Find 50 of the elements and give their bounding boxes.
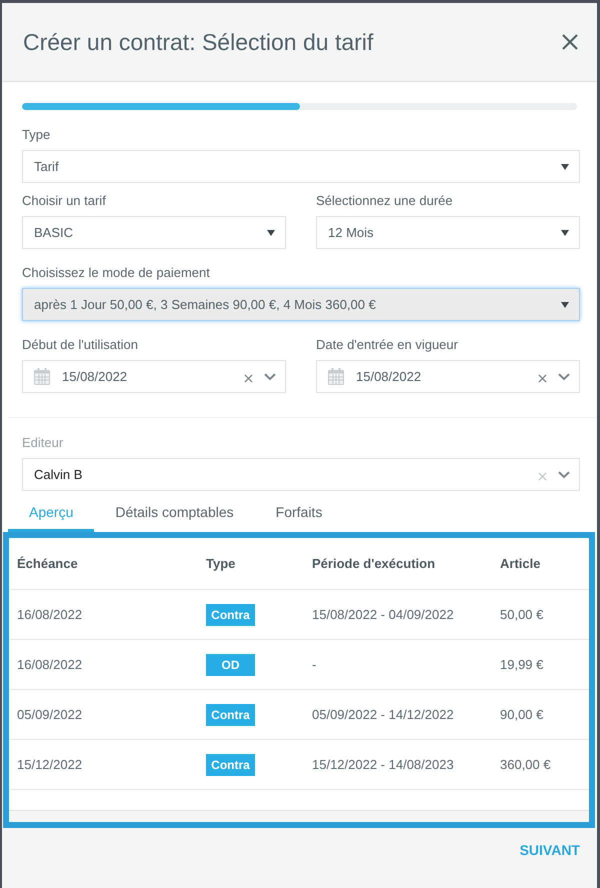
table-cell: 15/12/2022	[9, 740, 198, 790]
date-field[interactable]: 15/08/2022	[22, 360, 286, 393]
column-header: Type	[198, 538, 304, 590]
chevron-down-icon	[264, 372, 276, 380]
field-label: Choisir un tarif	[22, 192, 107, 210]
close-button[interactable]	[561, 33, 579, 51]
column-header: Période d'exécution	[304, 538, 492, 590]
calendar-icon	[34, 368, 50, 385]
field-label: Date d'entrée en vigueur	[316, 336, 459, 354]
dropdown-field[interactable]: 12 Mois	[316, 216, 580, 249]
table-cell: -	[304, 640, 492, 690]
table-cell: 50,00 €	[492, 590, 589, 640]
table-cell: 15/08/2022 - 04/09/2022	[304, 590, 492, 640]
table-cell: 90,00 €	[492, 690, 589, 740]
field-label: Editeur	[22, 434, 64, 452]
column-header: Article	[492, 538, 589, 590]
caret-down-icon	[561, 164, 569, 170]
type-badge: Contra	[206, 604, 255, 626]
caret-down-icon	[561, 230, 569, 236]
tab[interactable]: Forfaits	[254, 494, 344, 532]
field-label: Sélectionnez une durée	[316, 192, 454, 210]
chevron-down-icon	[558, 470, 570, 478]
table-cell: 16/08/2022	[9, 590, 198, 640]
dialog-title: Créer un contrat: Sélection du tarif	[23, 28, 374, 56]
type-badge: Contra	[206, 754, 255, 776]
type-badge: Contra	[206, 704, 255, 726]
clear-icon[interactable]	[244, 374, 253, 382]
date-field[interactable]: 15/08/2022	[316, 360, 580, 393]
field-label: Début de l'utilisation	[22, 336, 139, 354]
field-label: Choisissez le mode de paiement	[22, 264, 211, 282]
caret-down-icon	[267, 230, 275, 236]
table-cell: 19,99 €	[492, 640, 589, 690]
chevron-down-icon	[558, 372, 570, 380]
table-cell: 15/12/2022 - 14/08/2023	[304, 740, 492, 790]
table-cell: 05/09/2022	[9, 690, 198, 740]
dropdown-field[interactable]: Tarif	[22, 150, 580, 183]
column-header: Échéance	[9, 538, 198, 590]
tab[interactable]: Détails comptables	[94, 494, 255, 532]
table-cell: 360,00 €	[492, 740, 589, 790]
field-label: Type	[22, 126, 52, 144]
clear-icon[interactable]	[538, 374, 547, 382]
close-icon	[561, 33, 579, 51]
calendar-icon	[328, 368, 344, 385]
table-cell: 16/08/2022	[9, 640, 198, 690]
dropdown-field[interactable]: BASIC	[22, 216, 286, 249]
caret-down-icon	[561, 302, 569, 308]
table-cell: 05/09/2022 - 14/12/2022	[304, 690, 492, 740]
dropdown-field[interactable]: après 1 Jour 50,00 €, 3 Semaines 90,00 €, 4 Mois 360,00 €	[22, 288, 580, 321]
type-badge: OD	[206, 654, 255, 676]
dropdown-field[interactable]: Calvin B	[22, 458, 580, 491]
